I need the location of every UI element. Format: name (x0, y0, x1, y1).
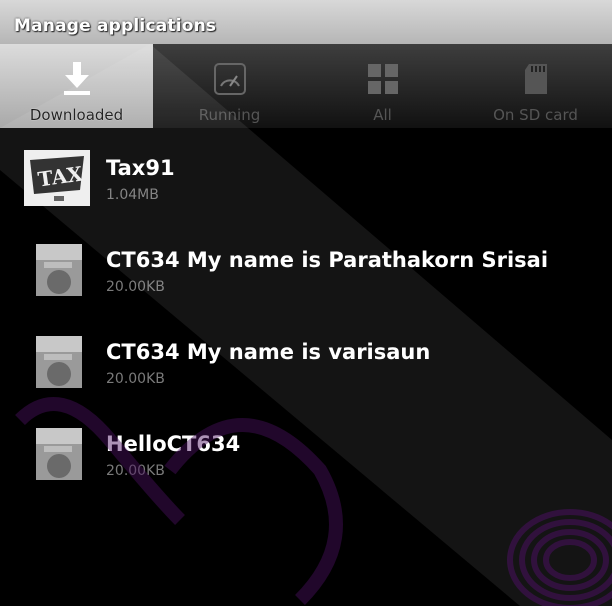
tab-label: Downloaded (29, 106, 124, 124)
tab-label: Running (198, 106, 261, 124)
app-name: CT634 My name is Parathakorn Srisai (106, 248, 549, 272)
download-icon (58, 60, 96, 98)
default-app-icon (34, 334, 84, 390)
sd-card-icon (517, 60, 555, 98)
app-name: Tax91 (106, 156, 175, 180)
app-size: 20.00KB (106, 463, 165, 479)
list-item[interactable]: HelloCT634 20.00KB (0, 404, 612, 496)
list-item[interactable]: TAX Tax91 1.04MB (0, 128, 612, 220)
title-bar: Manage applications (0, 0, 612, 44)
screen-title: Manage applications (14, 16, 217, 36)
tab-downloaded[interactable]: Downloaded (0, 44, 153, 128)
tab-bar: Downloaded Running All On SD card (0, 44, 612, 128)
tab-all[interactable]: All (306, 44, 459, 128)
app-name: HelloCT634 (106, 432, 241, 456)
tab-running[interactable]: Running (153, 44, 306, 128)
list-item[interactable]: CT634 My name is Parathakorn Srisai 20.0… (0, 220, 612, 312)
grid-icon (364, 60, 402, 98)
default-app-icon (34, 242, 84, 298)
app-size: 1.04MB (106, 187, 159, 203)
app-name: CT634 My name is varisaun (106, 340, 431, 364)
default-app-icon (34, 426, 84, 482)
list-item[interactable]: CT634 My name is varisaun 20.00KB (0, 312, 612, 404)
tab-label: All (373, 106, 392, 124)
app-size: 20.00KB (106, 371, 165, 387)
tab-on-sd-card[interactable]: On SD card (459, 44, 612, 128)
speedometer-icon (211, 60, 249, 98)
tab-label: On SD card (493, 106, 578, 124)
app-list: TAX Tax91 1.04MB CT634 My name is Parath… (0, 128, 612, 496)
tax-app-icon: TAX (24, 150, 90, 206)
app-size: 20.00KB (106, 279, 165, 295)
